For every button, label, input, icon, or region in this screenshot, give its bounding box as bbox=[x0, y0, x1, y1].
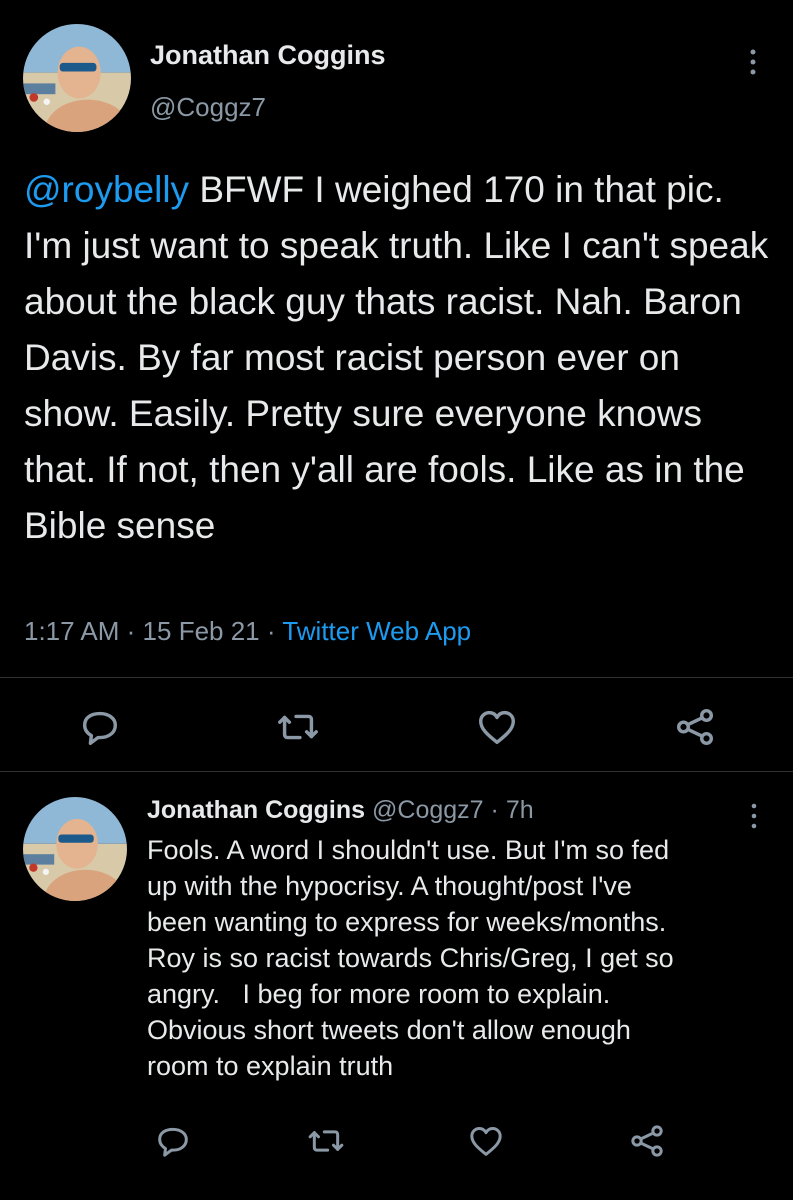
reply-text: Fools. A word I shouldn't use. But I'm s… bbox=[147, 835, 674, 1081]
reply-header: Jonathan Coggins @Coggz7 · 7h bbox=[147, 796, 534, 825]
avatar[interactable] bbox=[23, 797, 127, 901]
retweet-icon[interactable] bbox=[275, 704, 321, 750]
tweet-body: BFWF I weighed 170 in that pic. I'm just… bbox=[24, 169, 769, 546]
reply-icon[interactable] bbox=[153, 1121, 193, 1161]
meta-separator: · bbox=[126, 616, 136, 646]
avatar-beach-photo-icon bbox=[23, 24, 131, 132]
meta-separator: · bbox=[490, 796, 499, 824]
meta-separator: · bbox=[266, 616, 276, 646]
more-options-icon[interactable] bbox=[740, 42, 766, 82]
author-handle[interactable]: @Coggz7 bbox=[150, 92, 266, 123]
avatar[interactable] bbox=[23, 24, 131, 132]
reply-icon[interactable] bbox=[77, 704, 123, 750]
author-handle[interactable]: @Coggz7 bbox=[372, 796, 484, 824]
author-name[interactable]: Jonathan Coggins bbox=[147, 796, 365, 824]
mention-link[interactable]: @roybelly bbox=[24, 169, 189, 210]
divider bbox=[0, 771, 793, 772]
divider bbox=[0, 677, 793, 678]
tweet-time[interactable]: 1:17 AM bbox=[24, 616, 119, 646]
like-icon[interactable] bbox=[466, 1121, 506, 1161]
tweet-time[interactable]: 7h bbox=[506, 796, 534, 824]
tweet-meta: 1:17 AM · 15 Feb 21 · Twitter Web App bbox=[24, 616, 471, 647]
tweet-text: @roybelly BFWF I weighed 170 in that pic… bbox=[24, 162, 776, 554]
tweet-date[interactable]: 15 Feb 21 bbox=[143, 616, 260, 646]
author-name[interactable]: Jonathan Coggins bbox=[150, 40, 386, 71]
more-options-icon[interactable] bbox=[742, 796, 766, 836]
retweet-icon[interactable] bbox=[306, 1121, 346, 1161]
share-icon[interactable] bbox=[672, 704, 718, 750]
share-icon[interactable] bbox=[627, 1121, 667, 1161]
tweet-source[interactable]: Twitter Web App bbox=[282, 616, 471, 646]
like-icon[interactable] bbox=[474, 704, 520, 750]
avatar-beach-photo-icon bbox=[23, 797, 127, 901]
